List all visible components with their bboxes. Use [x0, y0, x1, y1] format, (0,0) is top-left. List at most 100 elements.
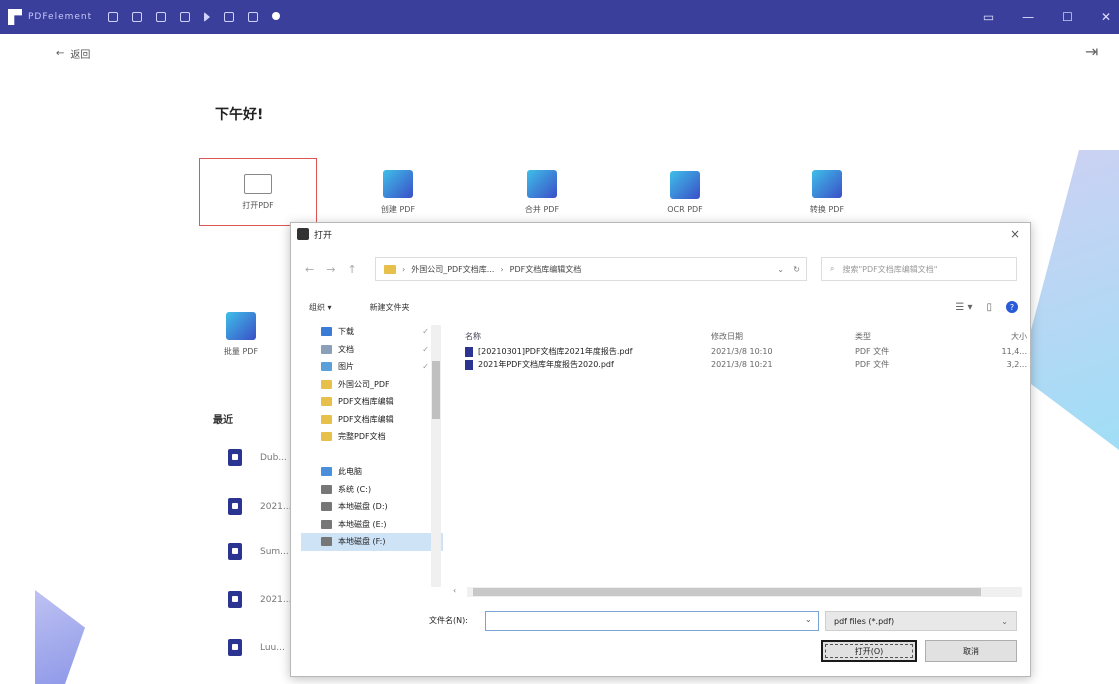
print-icon[interactable] [156, 12, 167, 22]
column-type[interactable]: 类型 [855, 331, 981, 342]
address-row: ← → ↑ › 外国公司_PDF文档库... › PDF文档库编辑文档 ⌄ ↻ … [291, 257, 1032, 281]
scroll-thumb[interactable] [473, 588, 981, 596]
dropdown-icon[interactable] [272, 12, 281, 20]
search-input[interactable]: ⌕ 搜索"PDF文档库编辑文档" [821, 257, 1017, 281]
export-icon[interactable]: ⇥ [1085, 42, 1103, 61]
close-button[interactable]: ✕ [1101, 10, 1111, 24]
open-button[interactable]: 打开(O) [821, 640, 917, 662]
recent-item[interactable]: Dub... [228, 449, 287, 466]
chevron-down-icon: ⌄ [1001, 616, 1008, 626]
forward-icon[interactable]: → [326, 263, 335, 276]
nav-scrollbar[interactable] [431, 325, 441, 587]
back-label: 返回 [70, 50, 91, 61]
pdf-file-icon [228, 498, 242, 515]
pin-icon: ✓ [422, 327, 429, 337]
chevron-down-icon[interactable]: ⌄ [777, 265, 784, 274]
window-controls: ▭ — ☐ ✕ [983, 0, 1111, 34]
nav-item[interactable]: PDF文档库编辑 [301, 393, 443, 411]
breadcrumb-segment[interactable]: 外国公司_PDF文档库... [411, 264, 494, 275]
view-options-icon[interactable]: ☰ ▾ [955, 302, 972, 313]
nav-item[interactable]: PDF文档库编辑 [301, 411, 443, 429]
file-size: 11,4... [1001, 347, 1027, 356]
recent-heading: 最近 [213, 415, 233, 426]
address-bar[interactable]: › 外国公司_PDF文档库... › PDF文档库编辑文档 ⌄ ↻ [375, 257, 807, 281]
nav-item[interactable]: 本地磁盘 (D:) [301, 498, 443, 516]
column-name[interactable]: 名称 [459, 331, 711, 342]
file-row[interactable]: [20210301]PDF文档库2021年度报告.pdf 2021/3/8 10… [459, 345, 1027, 358]
forward-icon[interactable] [204, 12, 211, 22]
back-link[interactable]: ← 返回 [56, 46, 90, 61]
new-folder-button[interactable]: 新建文件夹 [370, 302, 410, 313]
filetype-value: pdf files (*.pdf) [834, 616, 895, 626]
tile-batch-pdf[interactable]: 批量 PDF [191, 300, 291, 368]
preview-pane-icon[interactable]: ▯ [986, 302, 992, 313]
documents-icon [321, 344, 332, 354]
dialog-title: 打开 [314, 230, 333, 241]
navigation-pane: 下载 ✓ 文档 ✓ 图片 ✓ 外国公司_PDF PDF文档库编辑 PDF文档库编辑 完… [301, 323, 443, 591]
scroll-thumb[interactable] [432, 361, 440, 419]
computer-icon [321, 467, 332, 477]
minimize-button[interactable]: — [1022, 10, 1034, 24]
pin-icon: ✓ [422, 362, 429, 372]
save-icon[interactable] [132, 12, 143, 22]
refresh-icon[interactable]: ↻ [793, 265, 800, 274]
breadcrumb-segment[interactable]: PDF文档库编辑文档 [510, 264, 582, 275]
create-pdf-icon [383, 169, 413, 198]
nav-item[interactable]: 本地磁盘 (E:) [301, 516, 443, 534]
dialog-close-button[interactable]: × [1010, 227, 1020, 241]
file-row[interactable]: 2021年PDF文档库年度报告2020.pdf 2021/3/8 10:21 P… [459, 358, 1027, 371]
nav-item[interactable]: 外国公司_PDF [301, 376, 443, 394]
nav-item[interactable]: 文档 ✓ [301, 341, 443, 359]
back-icon[interactable]: ← [305, 263, 314, 276]
tile-combine-pdf[interactable]: 合并 PDF [483, 158, 601, 226]
filename-input[interactable] [485, 611, 819, 631]
redo-icon[interactable] [248, 12, 259, 22]
recent-item[interactable]: 2021... [228, 591, 292, 608]
chevron-down-icon[interactable]: ⌄ [805, 615, 812, 624]
recent-item[interactable]: Luu... [228, 639, 285, 656]
view-controls: ☰ ▾ ▯ ? [955, 301, 1018, 313]
drive-icon [321, 502, 332, 512]
nav-item[interactable]: 完整PDF文档 [301, 428, 443, 446]
decoration-right [1019, 150, 1119, 450]
pictures-icon [321, 362, 332, 372]
tile-label: 批量 PDF [223, 346, 259, 356]
recent-item-name: Sum... [260, 546, 289, 557]
nav-item[interactable]: 此电脑 [301, 463, 443, 481]
tile-ocr-pdf[interactable]: OCR PDF [626, 158, 744, 226]
recent-item[interactable]: 2021... [228, 498, 292, 515]
nav-item[interactable]: 下载 ✓ [301, 323, 443, 341]
folder-icon [321, 397, 332, 407]
page-icon[interactable] [108, 12, 119, 22]
nav-arrows: ← → ↑ [305, 263, 379, 276]
file-list: 名称 修改日期 类型 大小 [20210301]PDF文档库2021年度报告.p… [459, 327, 1027, 589]
scroll-left-icon[interactable]: ‹ [453, 586, 456, 595]
search-icon: ⌕ [830, 264, 835, 273]
column-date[interactable]: 修改日期 [711, 331, 855, 342]
column-size[interactable]: 大小 [981, 331, 1027, 342]
cancel-button[interactable]: 取消 [925, 640, 1017, 662]
filename-label: 文件名(N): [429, 616, 468, 625]
undo-icon[interactable] [224, 12, 235, 22]
organize-button[interactable]: 组织 ▾ [309, 302, 332, 313]
tile-create-pdf[interactable]: 创建 PDF [339, 158, 457, 226]
app-logo-icon [8, 9, 22, 25]
share-icon[interactable] [180, 12, 191, 22]
chevron-right-icon: › [402, 264, 406, 274]
chevron-right-icon: › [500, 264, 504, 274]
restore-icon[interactable]: ▭ [983, 10, 994, 24]
command-bar: 组织 ▾ 新建文件夹 ☰ ▾ ▯ ? [291, 297, 1032, 317]
horizontal-scrollbar[interactable] [467, 587, 1022, 597]
tile-convert-pdf[interactable]: 转换 PDF [768, 158, 886, 226]
recent-item[interactable]: Sum... [228, 543, 289, 560]
up-icon[interactable]: ↑ [347, 263, 356, 276]
help-icon[interactable]: ? [1006, 301, 1018, 313]
maximize-button[interactable]: ☐ [1062, 10, 1073, 24]
tile-label: OCR PDF [667, 204, 703, 214]
filetype-select[interactable]: pdf files (*.pdf) ⌄ [825, 611, 1017, 631]
dialog-titlebar: 打开 [291, 223, 1030, 245]
tile-open-pdf[interactable]: 打开PDF [199, 158, 317, 226]
nav-item[interactable]: 本地磁盘 (F:) [301, 533, 443, 551]
nav-item[interactable]: 系统 (C:) [301, 481, 443, 499]
nav-item[interactable]: 图片 ✓ [301, 358, 443, 376]
